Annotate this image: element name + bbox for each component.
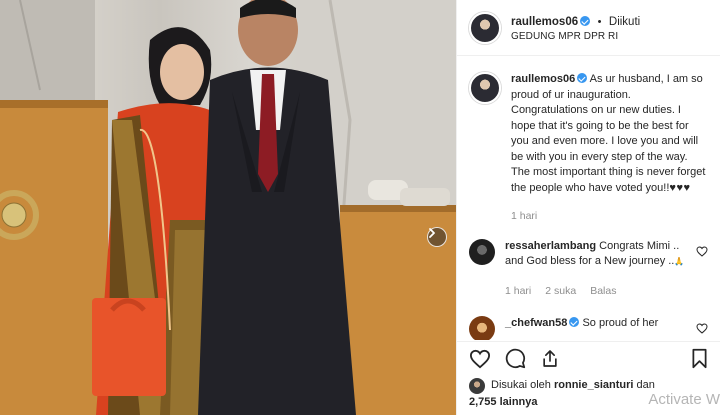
- comment-like-count[interactable]: 2 suka: [545, 284, 576, 300]
- heart-icon: [469, 349, 491, 368]
- comment-item: _chefwan58 So proud of her: [469, 316, 708, 340]
- share-button[interactable]: [540, 348, 560, 369]
- like-button[interactable]: [469, 349, 491, 369]
- share-icon: [543, 350, 557, 367]
- liker-username[interactable]: ronnie_sianturi: [554, 377, 633, 394]
- comments-list[interactable]: raullemos06 As ur husband, I am so proud…: [457, 57, 720, 340]
- post-actions-bar: [457, 341, 720, 375]
- comment-time[interactable]: 1 hari: [505, 284, 531, 300]
- post-header: raullemos06 • Diikuti GEDUNG MPR DPR RI: [457, 0, 720, 56]
- chevron-right-icon: [429, 228, 435, 238]
- liker-avatar[interactable]: [469, 377, 485, 394]
- commenter-avatar[interactable]: [469, 238, 495, 265]
- next-photo-button[interactable]: [427, 227, 447, 247]
- likes-prefix: Disukai oleh: [491, 379, 551, 391]
- post-side-panel: raullemos06 • Diikuti GEDUNG MPR DPR RI …: [456, 0, 720, 415]
- activate-windows-watermark: Activate W: [648, 391, 720, 408]
- comment-button[interactable]: [505, 348, 526, 369]
- comment-username[interactable]: ressaherlambang: [505, 240, 596, 252]
- verified-badge-icon: [577, 73, 588, 83]
- caption-hearts: ♥♥♥: [669, 181, 691, 194]
- caption-time[interactable]: 1 hari: [511, 209, 537, 225]
- post-photo[interactable]: [0, 0, 456, 415]
- header-separator: •: [597, 16, 602, 29]
- comment-like-heart-icon[interactable]: [696, 323, 708, 334]
- comment-username[interactable]: _chefwan58: [505, 317, 567, 329]
- caption-username[interactable]: raullemos06: [511, 73, 575, 85]
- caption: raullemos06 As ur husband, I am so proud…: [469, 72, 708, 225]
- save-button[interactable]: [691, 348, 708, 369]
- photo-illustration: [0, 0, 456, 415]
- post-location[interactable]: GEDUNG MPR DPR RI: [511, 31, 640, 44]
- commenter-avatar[interactable]: [469, 316, 495, 340]
- comment-text: So proud of her: [582, 317, 659, 329]
- follow-status-button[interactable]: Diikuti: [609, 16, 640, 28]
- comment-emoji: 🙏: [674, 257, 685, 266]
- verified-badge-icon: [569, 317, 580, 327]
- comment-item: ressaherlambang Congrats Mimi .. and God…: [469, 238, 708, 300]
- comment-reply-button[interactable]: Balas: [590, 284, 616, 300]
- author-username[interactable]: raullemos06: [511, 16, 578, 28]
- bookmark-icon: [692, 348, 707, 369]
- caption-text: As ur husband, I am so proud of ur inaug…: [511, 73, 706, 194]
- caption-avatar[interactable]: [469, 72, 501, 104]
- comment-like-heart-icon[interactable]: [696, 245, 708, 257]
- comment-icon: [505, 348, 526, 369]
- verified-badge-icon: [580, 16, 591, 27]
- author-avatar[interactable]: [469, 11, 501, 44]
